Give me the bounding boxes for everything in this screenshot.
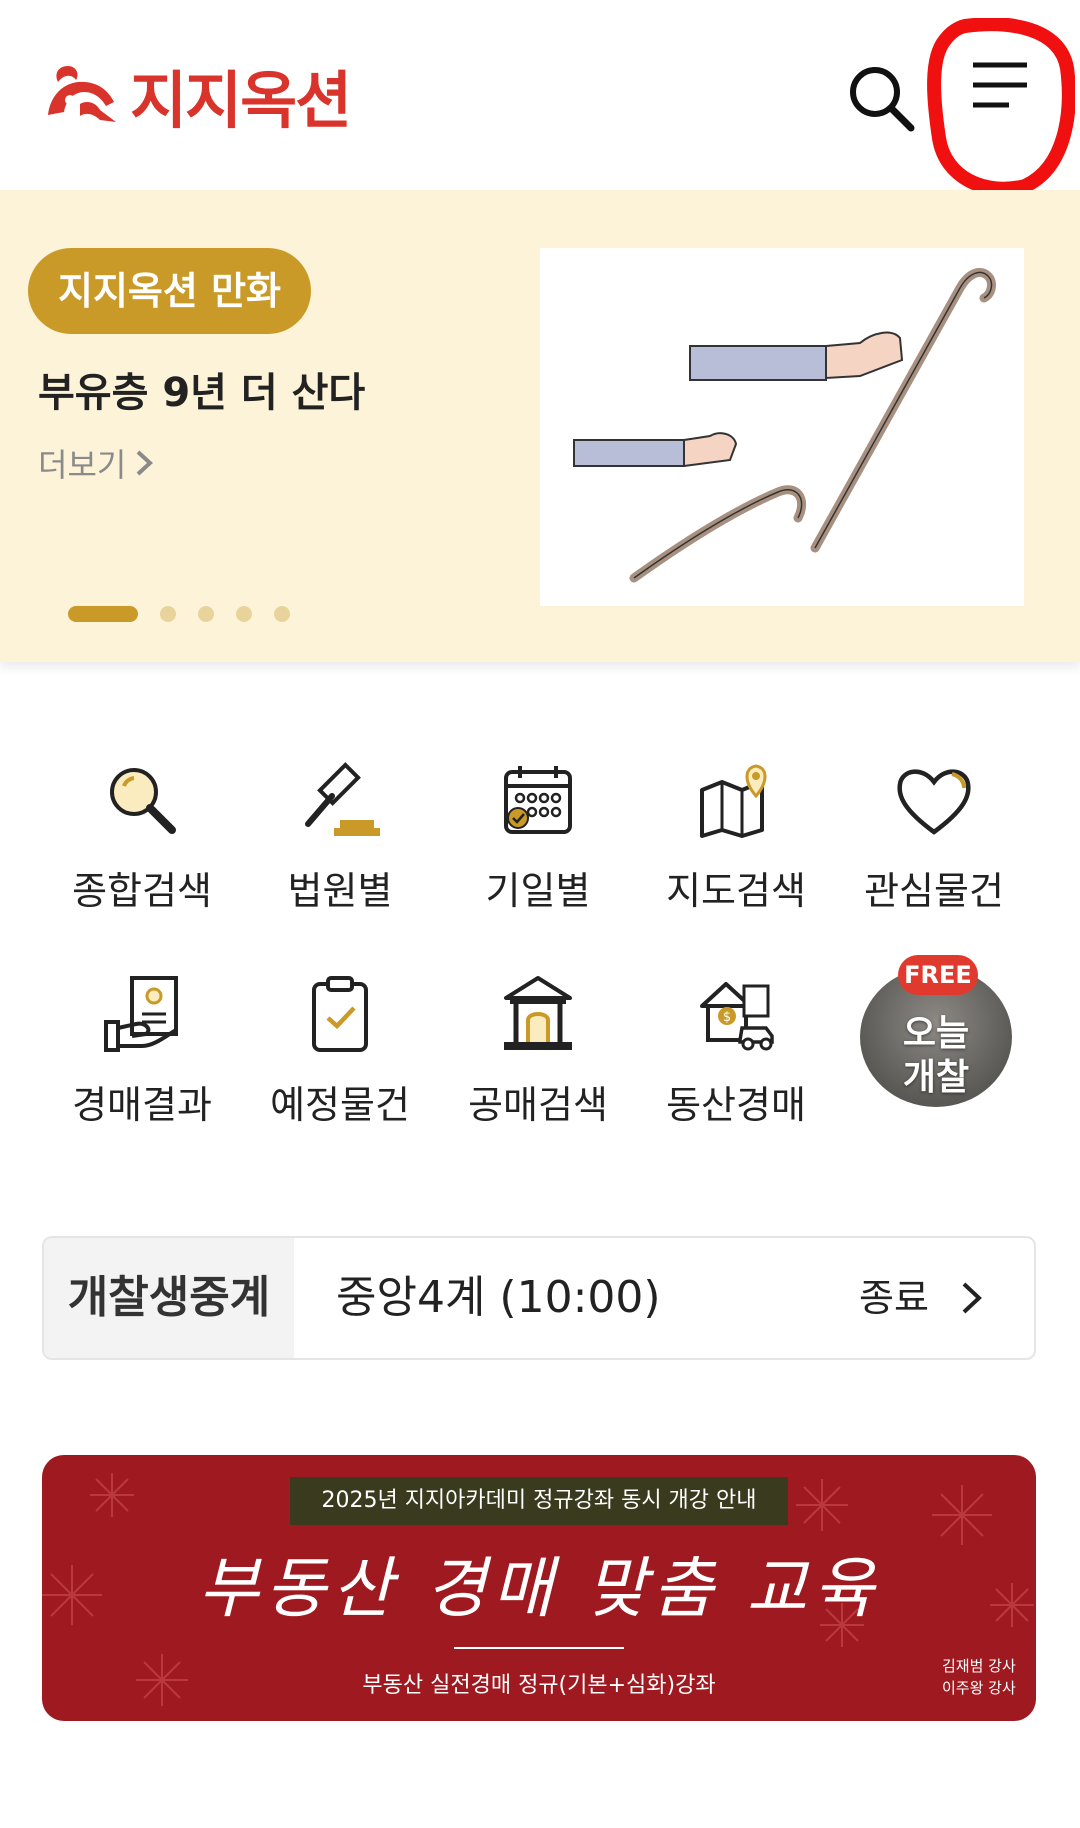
magnifier-icon <box>110 768 176 834</box>
today-opening-label: 오늘 개찰 <box>902 1013 970 1098</box>
map-pin-icon <box>700 764 767 838</box>
menu-item-movable-auction[interactable]: $ 동산경매 <box>636 934 836 1127</box>
logo-mark-icon <box>48 66 116 122</box>
menu-item-favorites[interactable]: 관심물건 <box>834 720 1034 913</box>
comic-badge: 지지옥션 만화 <box>28 248 311 334</box>
menu-item-label: 기일별 <box>485 869 591 913</box>
comic-banner[interactable]: 지지옥션 만화 부유층 9년 더 산다 더보기 <box>0 190 1080 662</box>
free-badge: FREE <box>898 955 978 995</box>
more-link[interactable]: 더보기 <box>38 440 156 486</box>
more-label: 더보기 <box>38 446 127 484</box>
highlight-circle-annotation <box>927 18 1075 193</box>
ad-top-text: 2025년 지지아카데미 정규강좌 동시 개강 안내 <box>290 1477 788 1525</box>
menu-item-map-search[interactable]: 지도검색 <box>636 720 836 913</box>
logo[interactable]: 지지옥션 <box>40 50 352 140</box>
academy-ad-banner[interactable]: 2025년 지지아카데미 정규강좌 동시 개강 안내 부동산 경매 맞춤 교육 … <box>42 1455 1036 1721</box>
menu-item-label: 예정물건 <box>270 1083 410 1127</box>
menu-item-label: 종합검색 <box>72 869 212 913</box>
menu-item-label: 경매결과 <box>72 1083 212 1127</box>
today-opening-button[interactable]: 오늘 개찰 FREE <box>860 955 1012 1107</box>
ad-divider <box>454 1647 624 1649</box>
menu-item-total-search[interactable]: 종합검색 <box>42 720 242 913</box>
house-car-icon: $ <box>700 982 774 1051</box>
menu-item-label: 지도검색 <box>666 869 806 913</box>
carousel-dot[interactable] <box>198 606 214 622</box>
carousel-dot[interactable] <box>274 606 290 622</box>
ad-main-text: 부동산 경매 맞춤 교육 <box>198 1550 880 1627</box>
menu-item-label: 공매검색 <box>468 1083 608 1127</box>
chevron-right-icon <box>136 450 154 476</box>
carousel-dot[interactable] <box>236 606 252 622</box>
document-hand-icon <box>104 976 178 1052</box>
calendar-icon <box>504 766 572 834</box>
gavel-icon <box>305 762 380 836</box>
bank-building-icon <box>504 976 572 1050</box>
app-header: 지지옥션 <box>0 0 1080 193</box>
menu-item-auction-results[interactable]: 경매결과 <box>42 934 242 1127</box>
menu-item-by-court[interactable]: 법원별 <box>240 720 440 913</box>
menu-item-label: 관심물건 <box>864 869 1004 913</box>
svg-text:$: $ <box>723 1010 731 1025</box>
logo-text: 지지옥션 <box>130 64 352 137</box>
chevron-right-icon[interactable] <box>959 1278 985 1318</box>
carousel-dot-active[interactable] <box>68 606 138 622</box>
live-opening-bar[interactable]: 개찰생중계 중앙4계 (10:00) 종료 <box>42 1236 1036 1360</box>
live-opening-tag: 개찰생중계 <box>44 1238 294 1358</box>
menu-item-by-date[interactable]: 기일별 <box>438 720 638 913</box>
live-status: 종료 <box>859 1276 929 1320</box>
menu-item-label: 법원별 <box>287 869 393 913</box>
live-court: 중앙4계 (10:00) <box>336 1272 661 1323</box>
menu-item-label: 동산경매 <box>666 1083 806 1127</box>
banner-title[interactable]: 부유층 9년 더 산다 <box>38 360 365 418</box>
menu-item-public-auction[interactable]: 공매검색 <box>438 934 638 1127</box>
clipboard-check-icon <box>312 976 368 1052</box>
ad-lecturers: 김재범 강사 이주왕 강사 <box>942 1657 1016 1697</box>
carousel-dots[interactable] <box>68 606 312 622</box>
carousel-dot[interactable] <box>160 606 176 622</box>
menu-item-scheduled[interactable]: 예정물건 <box>240 934 440 1127</box>
ad-sub-text: 부동산 실전경매 정규(기본+심화)강좌 <box>362 1673 716 1698</box>
heart-icon <box>897 769 971 835</box>
comic-illustration[interactable] <box>540 248 1024 606</box>
search-icon[interactable] <box>845 62 917 134</box>
